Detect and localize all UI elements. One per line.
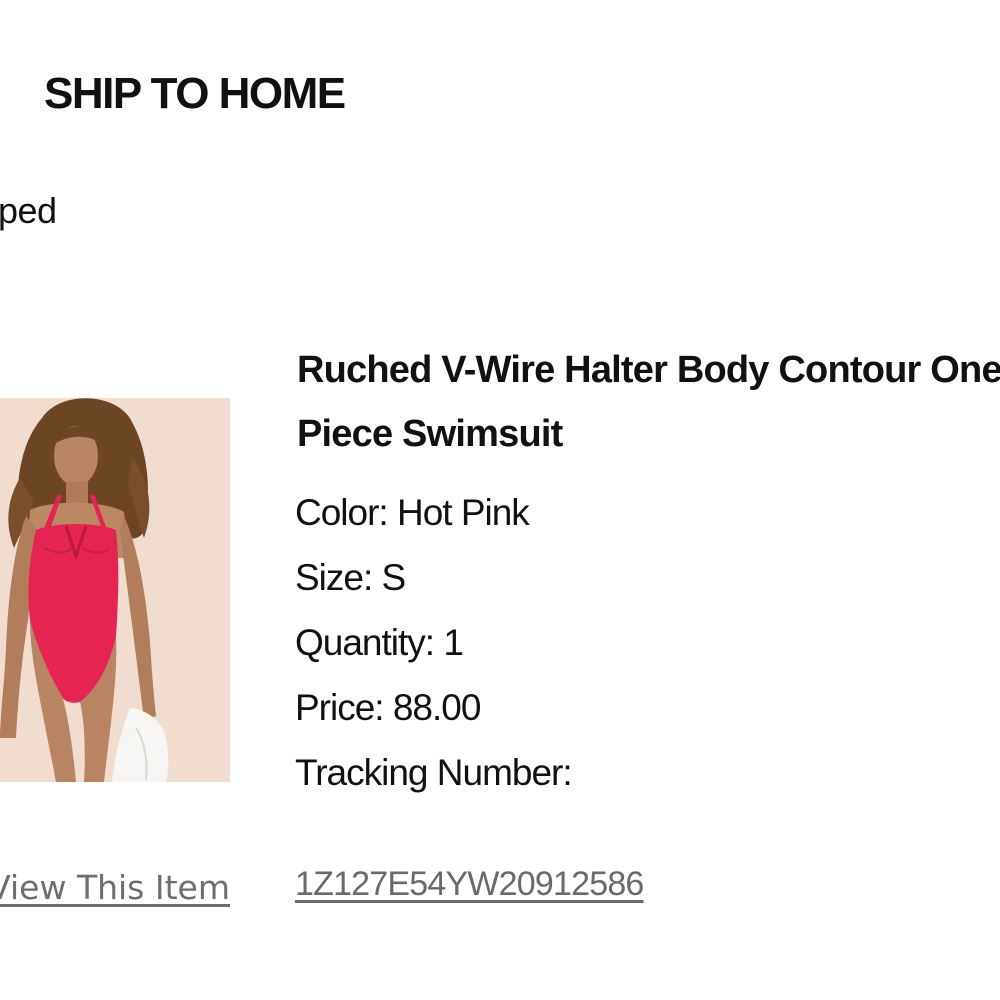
shipment-status: ped [0, 190, 57, 231]
tracking-number-link[interactable]: 1Z127E54YW20912586 [295, 862, 644, 906]
swimsuit-model-illustration [0, 398, 230, 782]
section-title: SHIP TO HOME [44, 69, 346, 118]
view-this-item-link[interactable]: View This Item [0, 866, 230, 910]
product-details: Color: Hot Pink Size: S Quantity: 1 Pric… [295, 480, 573, 805]
product-size: Size: S [295, 557, 406, 598]
product-color: Color: Hot Pink [295, 492, 530, 533]
product-price: Price: 88.00 [295, 687, 481, 728]
tracking-number-label: Tracking Number: [295, 752, 573, 793]
product-name: Ruched V-Wire Halter Body Contour One-Pi… [297, 349, 1000, 455]
order-details-page: SHIP TO HOME ped Ruched V-Wire Halter Bo… [0, 0, 1000, 1000]
product-image[interactable] [0, 398, 230, 782]
product-quantity: Quantity: 1 [295, 622, 464, 663]
